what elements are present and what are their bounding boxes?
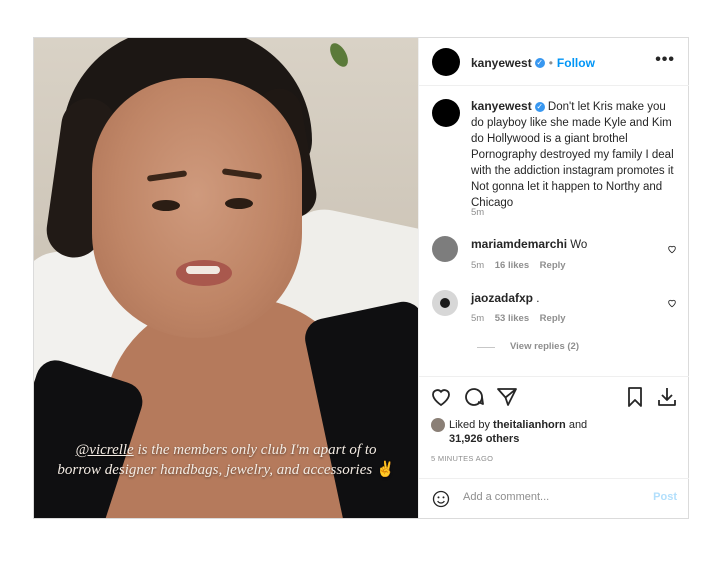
caption-author-avatar[interactable]: [432, 99, 460, 127]
liked-by-user[interactable]: theitalianhorn: [493, 419, 566, 431]
likes-count[interactable]: 31,926 others: [449, 433, 519, 445]
comment-body: jaozadafxp .: [471, 290, 539, 307]
author-avatar[interactable]: [432, 48, 460, 76]
author-username[interactable]: kanyewest: [471, 56, 532, 70]
eye-avatar-pupil: [440, 298, 450, 308]
comment-bar: Add a comment... Post: [419, 478, 689, 519]
verified-badge-icon: ✓: [534, 101, 545, 112]
comment-body: mariamdemarchi Wo: [471, 236, 587, 253]
caption-text: Don't let Kris make you do playboy like …: [471, 101, 674, 209]
emoji-icon[interactable]: [431, 489, 451, 509]
comment-time: 5m: [471, 260, 485, 271]
comment-time: 5m: [471, 313, 485, 324]
heart-icon[interactable]: [429, 385, 453, 409]
comment-author[interactable]: jaozadafxp: [471, 291, 533, 305]
commenter-avatar[interactable]: [432, 236, 458, 262]
comment-likes[interactable]: 53 likes: [495, 313, 529, 324]
comment-likes[interactable]: 16 likes: [495, 260, 529, 271]
comment-text: Wo: [570, 239, 588, 251]
liked-by-middle: and: [565, 419, 588, 431]
action-bar: [419, 376, 689, 417]
replies-divider: [477, 347, 495, 348]
eye-left: [152, 200, 180, 211]
comment-like-heart-icon[interactable]: [667, 244, 677, 254]
hand-emoji-icon: ✌: [375, 462, 395, 478]
comment-meta: 5m 53 likes Reply: [471, 313, 566, 324]
more-options-icon[interactable]: •••: [655, 51, 675, 69]
comment-reply-button[interactable]: Reply: [540, 313, 566, 324]
post-timestamp: 5 MINUTES AGO: [431, 454, 494, 463]
post-photo[interactable]: @vicrelle is the members only club I'm a…: [34, 38, 418, 518]
caption-author[interactable]: kanyewest: [471, 99, 532, 113]
eyebrow-left: [146, 170, 188, 182]
post-comment-button[interactable]: Post: [653, 491, 677, 503]
download-icon[interactable]: [655, 385, 679, 409]
story-caption: @vicrelle is the members only club I'm a…: [54, 440, 398, 480]
post-side-panel: kanyewest ✓ • Follow ••• kanyewest ✓ Don't l…: [418, 38, 689, 518]
share-icon[interactable]: [495, 385, 519, 409]
person-teeth: [186, 266, 220, 274]
comment-meta: 5m 16 likes Reply: [471, 260, 566, 271]
likes-summary: Liked by theitalianhorn and 31,926 other…: [431, 418, 587, 446]
caption-time: 5m: [471, 207, 485, 218]
comment-like-heart-icon[interactable]: [667, 298, 677, 308]
commenter-avatar[interactable]: [432, 290, 458, 316]
post-header: kanyewest ✓ • Follow •••: [419, 38, 689, 86]
author-line: kanyewest ✓ • Follow: [471, 54, 595, 72]
liked-by-prefix: Liked by: [449, 419, 494, 431]
caption-handle[interactable]: @vicrelle: [76, 442, 134, 458]
plant-leaf: [326, 40, 352, 70]
bookmark-icon[interactable]: [623, 385, 647, 409]
comment-text: .: [536, 293, 540, 305]
separator-dot: •: [548, 56, 553, 70]
comment-input[interactable]: Add a comment...: [463, 491, 549, 503]
verified-badge-icon: ✓: [534, 57, 545, 68]
comment-author[interactable]: mariamdemarchi: [471, 237, 567, 251]
person-face: [92, 78, 302, 338]
view-replies-button[interactable]: View replies (2): [510, 341, 579, 352]
liker-avatar[interactable]: [431, 418, 445, 433]
comment-icon[interactable]: [462, 385, 486, 409]
follow-button[interactable]: Follow: [557, 56, 595, 70]
caption-body: kanyewest ✓ Don't let Kris make you do pl…: [471, 98, 676, 211]
comment-reply-button[interactable]: Reply: [540, 260, 566, 271]
eyebrow-right: [221, 168, 263, 180]
instagram-post: @vicrelle is the members only club I'm a…: [33, 37, 689, 519]
eye-right: [225, 198, 253, 209]
